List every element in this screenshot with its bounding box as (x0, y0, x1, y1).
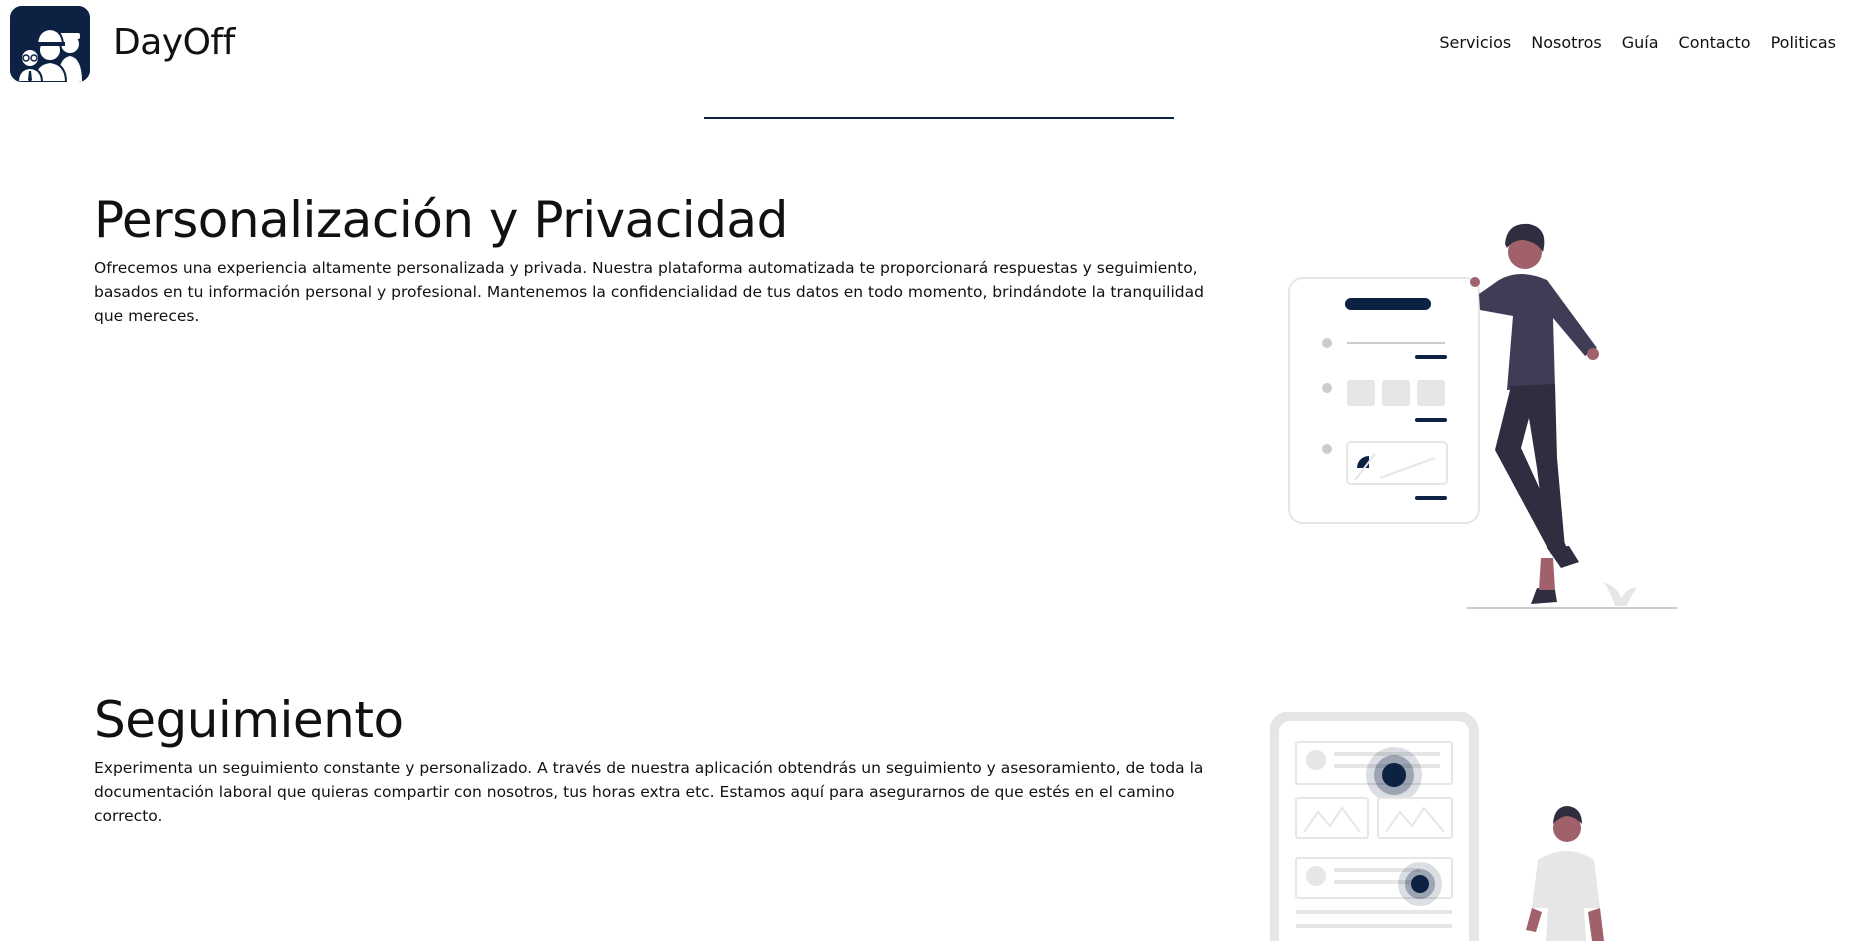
workers-logo-icon[interactable] (10, 6, 90, 82)
section-personalizacion: Personalización y Privacidad Ofrecemos u… (94, 190, 1224, 328)
nav-link-contacto[interactable]: Contacto (1679, 33, 1751, 52)
tracking-illustration (1269, 711, 1690, 945)
section-title: Seguimiento (94, 691, 404, 749)
nav-link-nosotros[interactable]: Nosotros (1531, 33, 1602, 52)
section-body: Ofrecemos una experiencia altamente pers… (94, 259, 1204, 325)
site-header: DayOff Servicios Nosotros Guía Contacto … (0, 0, 1866, 90)
privacy-illustration (1285, 218, 1715, 613)
section-seguimiento: Seguimiento Experimenta un seguimiento c… (94, 690, 1224, 828)
section-body: Experimenta un seguimiento constante y p… (94, 759, 1204, 825)
header-divider (704, 117, 1174, 119)
brand-name[interactable]: DayOff (113, 22, 235, 63)
main-nav: Servicios Nosotros Guía Contacto Politic… (1439, 33, 1836, 52)
nav-link-politicas[interactable]: Politicas (1771, 33, 1836, 52)
section-title: Personalización y Privacidad (94, 191, 788, 249)
nav-link-guia[interactable]: Guía (1622, 33, 1659, 52)
nav-link-servicios[interactable]: Servicios (1439, 33, 1511, 52)
